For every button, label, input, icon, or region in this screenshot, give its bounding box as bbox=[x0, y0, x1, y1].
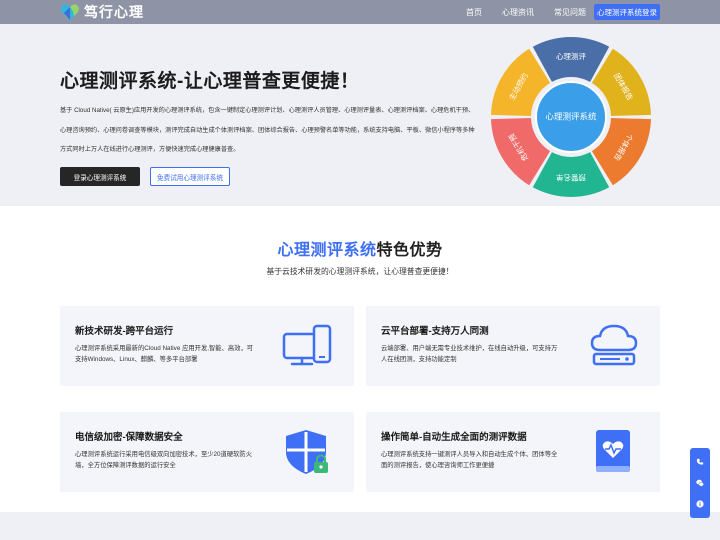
feature-card-cloud-deploy: 云平台部署-支持万人同测 云端部署、用户端无需专业技术维护，在线自动升级，可支持… bbox=[366, 306, 660, 386]
wheel-center-label: 心理测评系统 bbox=[545, 111, 597, 121]
health-book-icon bbox=[596, 430, 630, 472]
card-description: 心理测评系统运行采用电信级双向加密技术，至少20道硬软防火墙，全方位保障测评数据… bbox=[75, 451, 253, 469]
brand-logo[interactable]: 笃行心理 bbox=[60, 2, 144, 22]
features-section: 心理测评系统特色优势 基于云技术研发的心理测评系统，让心理普查更便捷！ 新技术研… bbox=[0, 206, 720, 512]
feature-wheel: 心理测评团体报告个体报告预警名单危机干预主动预约心理测评系统 bbox=[491, 36, 651, 197]
card-title: 电信级加密-保障数据安全 bbox=[75, 432, 183, 443]
wheel-segment-label: 心理测评 bbox=[556, 52, 586, 61]
nav-link-home[interactable]: 首页 bbox=[466, 7, 482, 18]
floating-contact-bar bbox=[690, 448, 710, 518]
phone-icon[interactable] bbox=[696, 458, 704, 466]
wheel-segment-label: 预警名单 bbox=[556, 173, 586, 183]
card-title: 操作简单-自动生成全面的测评数据 bbox=[381, 432, 527, 443]
nav-link-faq[interactable]: 常见问题 bbox=[554, 7, 586, 18]
card-description: 心理测评系统采用最新的Cloud Native 应用开发,智能、高效，可支持Wi… bbox=[75, 345, 254, 363]
feature-card-cross-platform: 新技术研发-跨平台运行 心理测评系统采用最新的Cloud Native 应用开发… bbox=[60, 306, 354, 386]
card-description: 心理测评系统支持一键测评人员导入和自动生成个体、团体等全面的测评报告，使心理咨询… bbox=[381, 451, 558, 469]
card-title: 云平台部署-支持万人同测 bbox=[381, 326, 489, 337]
feature-card-encryption: 电信级加密-保障数据安全 心理测评系统运行采用电信级双向加密技术，至少20道硬软… bbox=[60, 412, 354, 492]
hero-title: 心理测评系统-让心理普查更便捷！ bbox=[60, 71, 360, 92]
nav-link-news[interactable]: 心理资讯 bbox=[502, 7, 534, 18]
brand-name: 笃行心理 bbox=[84, 4, 144, 20]
footer-strip bbox=[0, 512, 720, 540]
info-icon[interactable] bbox=[696, 500, 704, 508]
section-title: 心理测评系统特色优势 bbox=[0, 236, 720, 260]
free-trial-button[interactable]: 免费试用心理测评系统 bbox=[150, 167, 230, 186]
login-system-button[interactable]: 登录心理测评系统 bbox=[60, 167, 140, 186]
section-subtitle: 基于云技术研发的心理测评系统，让心理普查更便捷！ bbox=[266, 267, 454, 276]
section-title-highlight: 心理测评系统 bbox=[277, 242, 377, 259]
wechat-icon[interactable] bbox=[696, 479, 704, 487]
login-button[interactable]: 心理测评系统登录 bbox=[594, 4, 660, 20]
cloud-server-icon bbox=[590, 324, 638, 366]
hero-description: 基于 Cloud Native( 云原生)应用开发的心理测评系统，包含一键制定心… bbox=[60, 107, 475, 153]
devices-icon bbox=[282, 324, 332, 366]
feature-card-auto-report: 操作简单-自动生成全面的测评数据 心理测评系统支持一键测评人员导入和自动生成个体… bbox=[366, 412, 660, 492]
shield-lock-icon bbox=[286, 430, 328, 474]
section-title-rest: 特色优势 bbox=[376, 242, 443, 259]
hero-section: 心理测评系统-让心理普查更便捷！ 基于 Cloud Native( 云原生)应用… bbox=[0, 24, 720, 206]
card-title: 新技术研发-跨平台运行 bbox=[75, 326, 174, 337]
card-description: 云端部署、用户端无需专业技术维护，在线自动升级，可支持万人在线团测，支持功能定制 bbox=[381, 345, 558, 363]
logo-icon bbox=[61, 4, 79, 20]
top-nav: 笃行心理 首页 心理资讯 常见问题 心理测评系统登录 bbox=[0, 0, 720, 24]
nav-links: 首页 心理资讯 常见问题 bbox=[466, 0, 606, 24]
